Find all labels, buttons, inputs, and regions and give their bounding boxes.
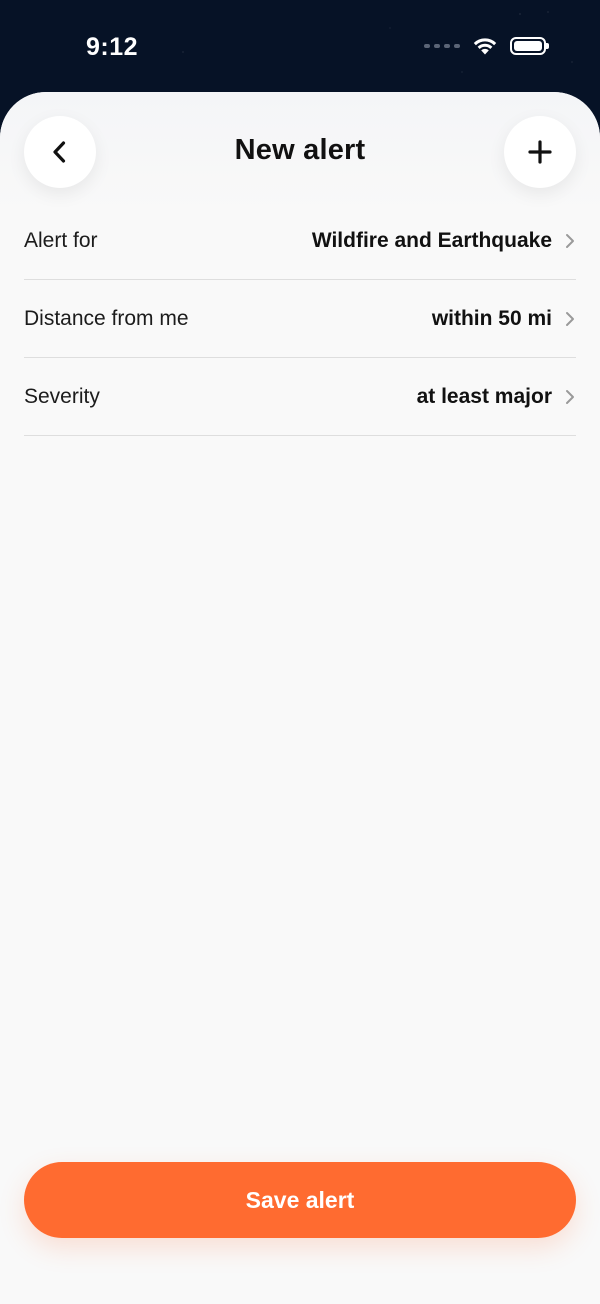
setting-row-severity[interactable]: Severity at least major [24,358,576,436]
status-bar: 9:12 [0,0,600,96]
setting-row-distance[interactable]: Distance from me within 50 mi [24,280,576,358]
save-alert-button[interactable]: Save alert [24,1162,576,1238]
setting-label: Distance from me [24,306,189,330]
status-icons [424,36,549,56]
add-button[interactable] [504,116,576,188]
setting-value: Wildfire and Earthquake [311,228,552,252]
setting-label: Severity [24,384,100,408]
chevron-right-icon [566,233,574,248]
status-time: 9:12 [86,33,139,61]
chevron-right-icon [566,389,574,404]
sheet-header: New alert [0,92,600,212]
battery-icon [510,37,549,55]
setting-label: Alert for [24,228,98,252]
setting-value: within 50 mi [431,306,552,330]
setting-value: at least major [416,384,552,408]
chevron-right-icon [566,311,574,326]
settings-list: Alert for Wildfire and Earthquake Distan… [24,202,576,436]
plus-icon [528,140,552,164]
new-alert-sheet: New alert Alert for Wildfire and Earthqu… [0,92,600,1304]
setting-row-alert-for[interactable]: Alert for Wildfire and Earthquake [24,202,576,280]
signal-dots-icon [424,44,460,48]
wifi-icon [473,38,497,55]
